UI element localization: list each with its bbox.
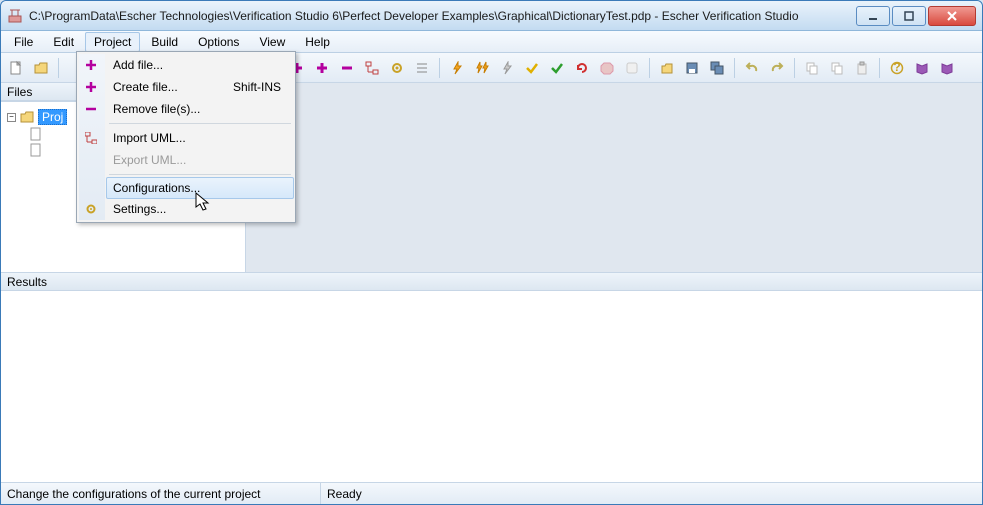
stop-disabled-icon[interactable] [596,57,618,79]
separator [109,174,291,175]
menu-remove-files[interactable]: Remove file(s)... [107,98,293,120]
separator [794,58,795,78]
separator [734,58,735,78]
menu-file[interactable]: File [5,32,42,52]
menu-item-label: Create file... [113,80,178,94]
plus-magenta-icon [83,79,99,95]
open-icon[interactable] [656,57,678,79]
paste-icon[interactable] [851,57,873,79]
separator [109,123,291,124]
uml-icon [83,130,99,146]
save-icon[interactable] [681,57,703,79]
menu-item-label: Import UML... [113,131,186,145]
editor-area [246,83,982,272]
tree-node-label: Proj [38,109,67,125]
status-state: Ready [321,483,368,504]
blank-icon[interactable] [621,57,643,79]
book-purple-icon[interactable] [911,57,933,79]
minus-magenta-icon [83,101,99,117]
plus-magenta-icon[interactable] [311,57,333,79]
separator [439,58,440,78]
menu-configurations[interactable]: Configurations... [106,177,294,199]
menu-build[interactable]: Build [142,32,187,52]
redo-icon[interactable] [766,57,788,79]
new-file-icon[interactable] [5,57,27,79]
menu-import-uml[interactable]: Import UML... [107,127,293,149]
app-icon [7,8,23,24]
results-body[interactable] [1,291,982,482]
copy-icon[interactable] [801,57,823,79]
menu-item-shortcut: Shift-INS [233,80,281,94]
menu-item-label: Export UML... [113,153,186,167]
separator [649,58,650,78]
menu-help[interactable]: Help [296,32,339,52]
save-all-icon[interactable] [706,57,728,79]
list-icon[interactable] [411,57,433,79]
gear-icon[interactable] [386,57,408,79]
menu-project[interactable]: Project [85,32,140,52]
menu-create-file[interactable]: Create file... Shift-INS [107,76,293,98]
files-panel-title: Files [7,85,32,99]
project-dropdown: Add file... Create file... Shift-INS Rem… [76,51,296,223]
minus-magenta-icon[interactable] [336,57,358,79]
check-yellow-icon[interactable] [521,57,543,79]
menu-view[interactable]: View [250,32,294,52]
results-panel: Results [1,272,982,482]
menu-item-label: Settings... [113,202,166,216]
plus-magenta-icon [83,57,99,73]
menu-item-label: Remove file(s)... [113,102,200,116]
separator [879,58,880,78]
double-lightning-icon[interactable] [471,57,493,79]
status-hint: Change the configurations of the current… [1,483,321,504]
refresh-red-icon[interactable] [571,57,593,79]
menu-add-file[interactable]: Add file... [107,54,293,76]
uml-icon[interactable] [361,57,383,79]
file-icon [29,127,43,141]
results-panel-title: Results [7,275,47,289]
statusbar: Change the configurations of the current… [1,482,982,504]
svg-text:?: ? [893,61,900,74]
titlebar: C:\ProgramData\Escher Technologies\Verif… [1,1,982,31]
check-green-icon[interactable] [546,57,568,79]
menubar: File Edit Project Build Options View Hel… [1,31,982,53]
separator [58,58,59,78]
file-icon [29,143,43,157]
lightning-cancel-icon[interactable] [496,57,518,79]
gear-icon [83,201,99,217]
window-title: C:\ProgramData\Escher Technologies\Verif… [29,9,856,23]
menu-options[interactable]: Options [189,32,248,52]
lightning-icon[interactable] [446,57,468,79]
menu-item-label: Add file... [113,58,163,72]
menu-item-label: Configurations... [113,181,200,195]
minimize-button[interactable] [856,6,890,26]
maximize-button[interactable] [892,6,926,26]
help-icon[interactable]: ? [886,57,908,79]
menu-settings[interactable]: Settings... [107,198,293,220]
menu-edit[interactable]: Edit [44,32,83,52]
book-purple-icon[interactable] [936,57,958,79]
menu-export-uml: Export UML... [107,149,293,171]
close-button[interactable] [928,6,976,26]
folder-icon [20,110,34,124]
collapse-icon[interactable]: − [7,113,16,122]
copy-icon[interactable] [826,57,848,79]
undo-icon[interactable] [741,57,763,79]
open-folder-icon[interactable] [30,57,52,79]
